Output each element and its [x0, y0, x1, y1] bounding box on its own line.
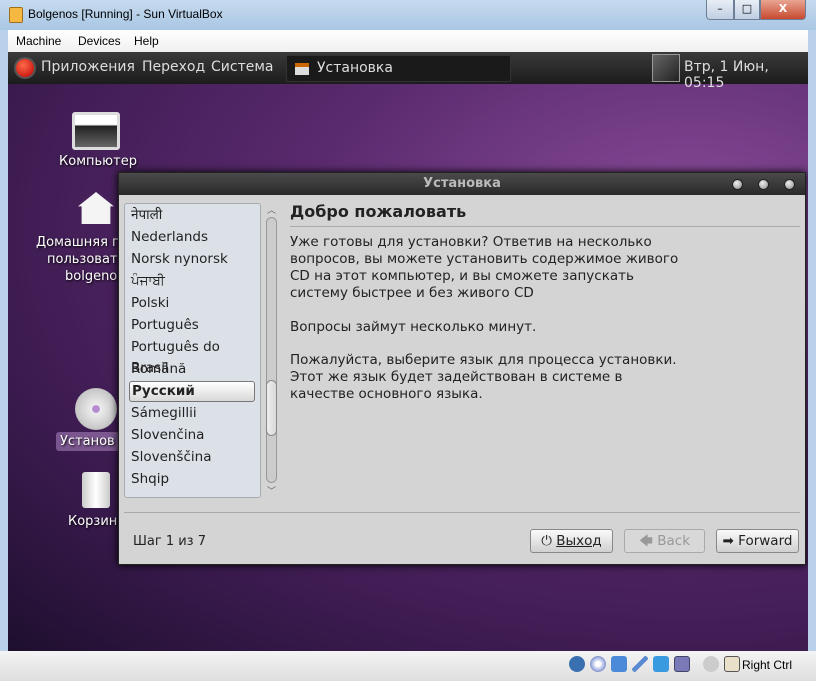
network-adapter-icon[interactable]: [611, 656, 627, 672]
language-item[interactable]: Slovenčina: [129, 425, 255, 446]
hard-disk-icon[interactable]: [569, 656, 585, 672]
back-label: Back: [657, 533, 691, 549]
language-item[interactable]: Shqip: [129, 469, 255, 490]
power-icon: ⏻: [541, 533, 557, 549]
taskbar-label: Установка: [317, 60, 393, 76]
forward-button[interactable]: ➡ Forward: [716, 529, 799, 553]
language-item[interactable]: Português: [129, 315, 255, 336]
clock[interactable]: Втр, 1 Июн, 05:15: [684, 59, 808, 91]
scroll-down-icon[interactable]: ﹀: [267, 484, 276, 497]
dialog-close-button[interactable]: [784, 179, 795, 190]
menu-devices[interactable]: Devices: [78, 34, 121, 48]
menu-help[interactable]: Help: [134, 34, 159, 48]
minimize-button[interactable]: –: [706, 0, 734, 20]
main-menu-icon[interactable]: [14, 57, 36, 79]
arrow-left-icon: 🡄: [638, 533, 658, 549]
host-key-label: Right Ctrl: [742, 658, 793, 672]
back-button[interactable]: 🡄 Back: [624, 529, 705, 553]
duration-text: Вопросы займут несколько минут.: [290, 319, 537, 335]
intro-line: CD на этот компьютер, и вы сможете запус…: [290, 268, 634, 284]
intro-paragraph: Уже готовы для установки? Ответив на нес…: [290, 234, 678, 302]
scroll-thumb[interactable]: [266, 380, 277, 436]
window-title: Bolgenos [Running] - Sun VirtualBox: [28, 7, 223, 21]
computer-icon[interactable]: [72, 112, 120, 150]
language-list[interactable]: नेपाली Nederlands Norsk nynorsk ਪੰਜਾਬੀ P…: [124, 203, 261, 498]
vm-screen[interactable]: Приложения Переход Система Установка Втр…: [8, 52, 808, 651]
language-item[interactable]: Norsk nynorsk: [129, 249, 255, 270]
heading-separator: [290, 226, 800, 227]
quit-label: Выход: [556, 533, 602, 549]
prompt-line: Пожалуйста, выберите язык для процесса у…: [290, 352, 677, 368]
installer-dialog: Установка नेपाली Nederlands Norsk nynors…: [118, 172, 806, 565]
home-label-line: пользоват: [47, 252, 118, 267]
usb-icon[interactable]: [632, 656, 648, 672]
welcome-heading: Добро пожаловать: [290, 202, 467, 221]
install-cd-icon[interactable]: [75, 388, 117, 430]
intro-line: систему быстрее и без живого CD: [290, 285, 534, 301]
dialog-titlebar[interactable]: Установка: [119, 173, 805, 195]
language-item[interactable]: Română: [129, 359, 255, 380]
host-key-icon[interactable]: [724, 656, 740, 672]
language-item-selected[interactable]: Русский: [129, 381, 255, 402]
prompt-line: Этот же язык будет задействован в систем…: [290, 369, 623, 385]
forward-label: Forward: [738, 533, 793, 549]
cd-icon[interactable]: [590, 656, 606, 672]
footer-separator: [124, 512, 800, 513]
step-indicator: Шаг 1 из 7: [133, 534, 206, 549]
language-item[interactable]: नेपाली: [129, 205, 255, 226]
virtualization-icon[interactable]: [674, 656, 690, 672]
dialog-maximize-button[interactable]: [758, 179, 769, 190]
dialog-minimize-button[interactable]: [732, 179, 743, 190]
language-list-scrollbar[interactable]: ︿ ﹀: [265, 203, 279, 498]
menubar: Machine Devices Help: [8, 30, 808, 52]
menu-places[interactable]: Переход: [142, 59, 205, 75]
trash-icon[interactable]: [82, 472, 110, 508]
desktop-label-computer[interactable]: Компьютер: [48, 154, 148, 169]
quit-button[interactable]: ⏻ Выход: [530, 529, 613, 553]
language-item[interactable]: Português do Brasil: [129, 337, 255, 376]
home-folder-icon[interactable]: [78, 192, 114, 224]
virtualbox-icon: [9, 7, 23, 23]
prompt-line: качестве основного языка.: [290, 386, 483, 402]
arrow-right-icon: ➡: [722, 533, 739, 549]
language-item[interactable]: ਪੰਜਾਬੀ: [129, 271, 255, 292]
gnome-panel: Приложения Переход Система Установка Втр…: [8, 52, 808, 91]
menu-machine[interactable]: Machine: [16, 34, 61, 48]
language-item[interactable]: Slovenščina: [129, 447, 255, 468]
taskbar-button-installer[interactable]: Установка: [286, 55, 511, 82]
desktop-label-home[interactable]: Домашняя п пользоват bolgeno: [36, 234, 126, 285]
statusbar: Right Ctrl: [0, 651, 816, 681]
scroll-up-icon[interactable]: ︿: [267, 203, 276, 216]
close-button[interactable]: X: [760, 0, 806, 20]
maximize-button[interactable]: □: [734, 0, 760, 20]
intro-line: Уже готовы для установки? Ответив на нес…: [290, 234, 652, 250]
language-item[interactable]: Sámegillii: [129, 403, 255, 424]
language-item[interactable]: Polski: [129, 293, 255, 314]
menu-applications[interactable]: Приложения: [41, 59, 135, 75]
network-icon[interactable]: [652, 54, 680, 82]
language-item[interactable]: Nederlands: [129, 227, 255, 248]
home-label-line: Домашняя п: [36, 235, 121, 250]
mouse-integration-icon[interactable]: [703, 656, 719, 672]
desktop-label-install[interactable]: Установ: [56, 432, 120, 451]
shared-folder-icon[interactable]: [653, 656, 669, 672]
intro-line: вопросов, вы можете установить содержимо…: [290, 251, 679, 267]
menu-system[interactable]: Система: [211, 59, 273, 75]
home-label-line: bolgeno: [65, 269, 118, 284]
scroll-trough[interactable]: [266, 217, 277, 483]
window-titlebar[interactable]: Bolgenos [Running] - Sun VirtualBox – □ …: [0, 0, 816, 30]
installer-icon: [295, 63, 309, 75]
language-prompt: Пожалуйста, выберите язык для процесса у…: [290, 352, 677, 403]
